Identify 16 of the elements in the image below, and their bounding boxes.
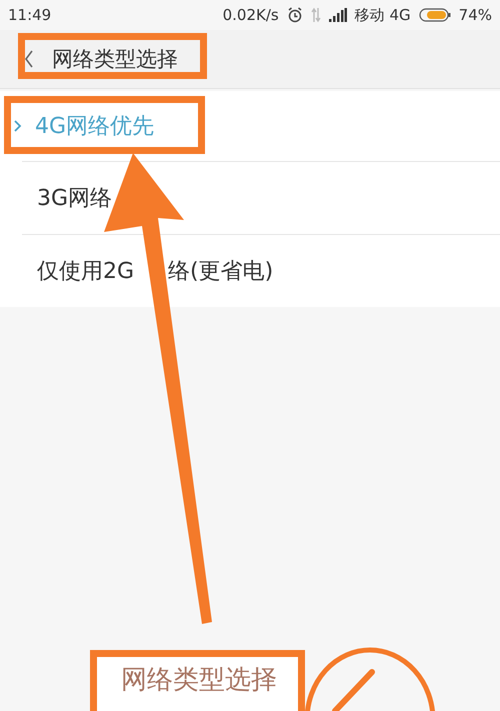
caption-label: 网络类型选择	[90, 650, 305, 711]
page-title: 网络类型选择	[52, 46, 178, 73]
data-arrows-icon	[310, 7, 321, 23]
back-icon[interactable]	[24, 50, 34, 68]
battery-percent: 74%	[458, 6, 492, 24]
option-label: 4G网络优先	[35, 113, 154, 141]
alarm-icon	[286, 7, 303, 23]
selected-chevron-icon	[14, 120, 22, 132]
clock-time: 11:49	[8, 6, 52, 24]
battery-icon	[418, 7, 451, 23]
carrier-label: 移动 4G	[354, 6, 411, 24]
option-label: 3G网络	[37, 185, 112, 213]
option-label: 仅使用2G	[37, 258, 134, 286]
network-speed: 0.02K/s	[222, 6, 279, 24]
option-label: 络(更省电)	[168, 258, 274, 286]
signal-icon	[328, 8, 347, 22]
